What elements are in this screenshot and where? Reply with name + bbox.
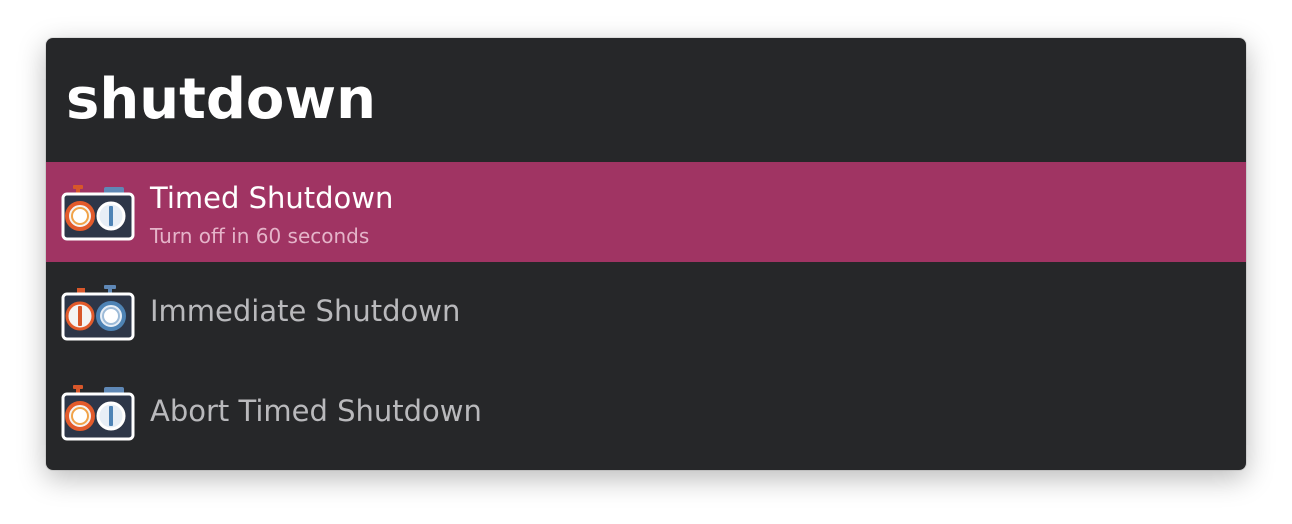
results-list: Timed Shutdown Turn off in 60 seconds Im… [46,162,1246,462]
shutdown-timer-icon [60,282,136,344]
result-subtitle: Turn off in 60 seconds [150,224,370,248]
result-title: Abort Timed Shutdown [150,394,482,428]
launcher-window: Timed Shutdown Turn off in 60 seconds Im… [46,38,1246,470]
search-input[interactable] [46,38,1246,162]
shutdown-timer-icon [60,382,136,444]
result-title: Timed Shutdown [150,181,394,215]
result-item-immediate-shutdown[interactable]: Immediate Shutdown [46,262,1246,362]
result-item-abort-timed-shutdown[interactable]: Abort Timed Shutdown [46,362,1246,462]
result-title: Immediate Shutdown [150,294,461,328]
shutdown-timer-icon [60,182,136,244]
result-item-timed-shutdown[interactable]: Timed Shutdown Turn off in 60 seconds [46,162,1246,262]
